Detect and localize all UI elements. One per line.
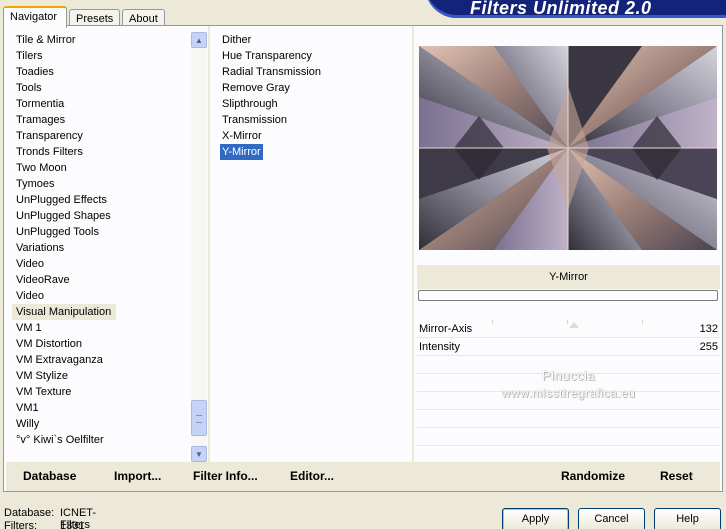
param-label: Intensity [419, 341, 460, 353]
category-item[interactable]: Variations [12, 240, 190, 256]
category-item[interactable]: Toadies [12, 64, 190, 80]
category-item[interactable]: Tymoes [12, 176, 190, 192]
param-row-empty [417, 410, 720, 428]
status-filters-value: 1331 [60, 520, 85, 529]
preview-pattern [419, 46, 717, 250]
filter-row: Radial Transmission [220, 64, 410, 80]
param-row-intensity[interactable]: Intensity 255 [417, 338, 720, 356]
filter-name-bar: Y-Mirror [417, 265, 720, 289]
filter-row: X-Mirror [220, 128, 410, 144]
category-item[interactable]: Tormentia [12, 96, 190, 112]
app-title: Filters Unlimited 2.0 [470, 0, 652, 18]
param-label: Mirror-Axis [419, 323, 473, 335]
apply-button[interactable]: Apply [502, 508, 569, 529]
slider-tick [567, 320, 568, 324]
category-item[interactable]: Tile & Mirror [12, 32, 190, 48]
filter-row: Slipthrough [220, 96, 410, 112]
chevron-up-icon: ▲ [195, 35, 203, 45]
category-item[interactable]: VM1 [12, 400, 190, 416]
navigator-panel: Tile & Mirror Tilers Toadies Tools Tormentia… [3, 25, 723, 492]
category-list[interactable]: Tile & Mirror Tilers Toadies Tools Tormentia… [12, 32, 190, 457]
filter-item[interactable]: Slipthrough [220, 96, 280, 112]
reset-button[interactable]: Reset [660, 469, 693, 483]
preview-image [419, 46, 717, 250]
progress-bar [418, 290, 718, 301]
bottom-button-bar: Database Import... Filter Info... Editor… [6, 462, 720, 491]
category-item[interactable]: °v° Kiwi`s Oelfilter [12, 432, 190, 448]
category-scrollbar[interactable]: ▲ ▼ [191, 32, 207, 462]
filter-list[interactable]: Dither Hue Transparency Radial Transmissio… [220, 32, 410, 160]
category-item[interactable]: UnPlugged Shapes [12, 208, 190, 224]
category-item[interactable]: VM Stylize [12, 368, 190, 384]
param-value: 255 [699, 341, 718, 353]
database-button[interactable]: Database [23, 469, 76, 483]
category-item[interactable]: Video [12, 256, 190, 272]
filter-item[interactable]: Transmission [220, 112, 289, 128]
category-item[interactable]: VM Distortion [12, 336, 190, 352]
category-item[interactable]: UnPlugged Effects [12, 192, 190, 208]
category-item[interactable]: Two Moon [12, 160, 190, 176]
category-item[interactable]: Willy [12, 416, 190, 432]
category-item[interactable]: UnPlugged Tools [12, 224, 190, 240]
cancel-button[interactable]: Cancel [578, 508, 645, 529]
preview-divider [412, 26, 414, 462]
category-item[interactable]: Tilers [12, 48, 190, 64]
category-item[interactable]: VM Texture [12, 384, 190, 400]
editor-button[interactable]: Editor... [290, 469, 334, 483]
status-database-label: Database: [4, 507, 55, 519]
chevron-down-icon: ▼ [195, 449, 203, 459]
filter-item[interactable]: Radial Transmission [220, 64, 323, 80]
category-item[interactable]: VM Extravaganza [12, 352, 190, 368]
category-item[interactable]: Transparency [12, 128, 190, 144]
slider-tick [642, 320, 643, 324]
filter-item[interactable]: Dither [220, 32, 253, 48]
status-filters-label: Filters: [4, 520, 37, 529]
filter-item[interactable]: Hue Transparency [220, 48, 314, 64]
slider-tick [492, 320, 493, 324]
filter-row: Transmission [220, 112, 410, 128]
filter-item[interactable]: Remove Gray [220, 80, 292, 96]
filter-row: Remove Gray [220, 80, 410, 96]
category-item[interactable]: Tramages [12, 112, 190, 128]
filter-row: Y-Mirror [220, 144, 410, 160]
help-button[interactable]: Help [654, 508, 721, 529]
param-row-mirror-axis[interactable]: Mirror-Axis 132 [417, 320, 720, 338]
param-row-empty [417, 428, 720, 446]
scroll-thumb[interactable] [191, 400, 207, 436]
category-item[interactable]: Video [12, 288, 190, 304]
list-divider [208, 26, 210, 462]
tab-navigator[interactable]: Navigator [3, 6, 67, 28]
scroll-down-button[interactable]: ▼ [191, 446, 207, 462]
status-filters: Filters: 1331 [4, 520, 84, 529]
scroll-up-button[interactable]: ▲ [191, 32, 207, 48]
status-database: Database: ICNET-Filters [4, 507, 96, 529]
import-button[interactable]: Import... [114, 469, 161, 483]
category-item[interactable]: VM 1 [12, 320, 190, 336]
watermark-url: www.misstiregrafica.eu [501, 386, 636, 400]
parameter-list: Mirror-Axis 132 Intensity 255 Pinuccia w… [417, 320, 720, 482]
filter-info-button[interactable]: Filter Info... [193, 469, 258, 483]
category-item[interactable]: Visual Manipulation [12, 304, 116, 320]
filter-row: Dither [220, 32, 410, 48]
category-item[interactable]: Tools [12, 80, 190, 96]
category-item[interactable]: VideoRave [12, 272, 190, 288]
watermark-name: Pinuccia [541, 368, 596, 383]
param-value: 132 [699, 323, 718, 335]
filter-row: Hue Transparency [220, 48, 410, 64]
category-item[interactable]: Tronds Filters [12, 144, 190, 160]
filter-item[interactable]: X-Mirror [220, 128, 264, 144]
slider-thumb[interactable] [569, 322, 579, 328]
randomize-button[interactable]: Randomize [561, 469, 625, 483]
filter-item[interactable]: Y-Mirror [220, 144, 263, 160]
